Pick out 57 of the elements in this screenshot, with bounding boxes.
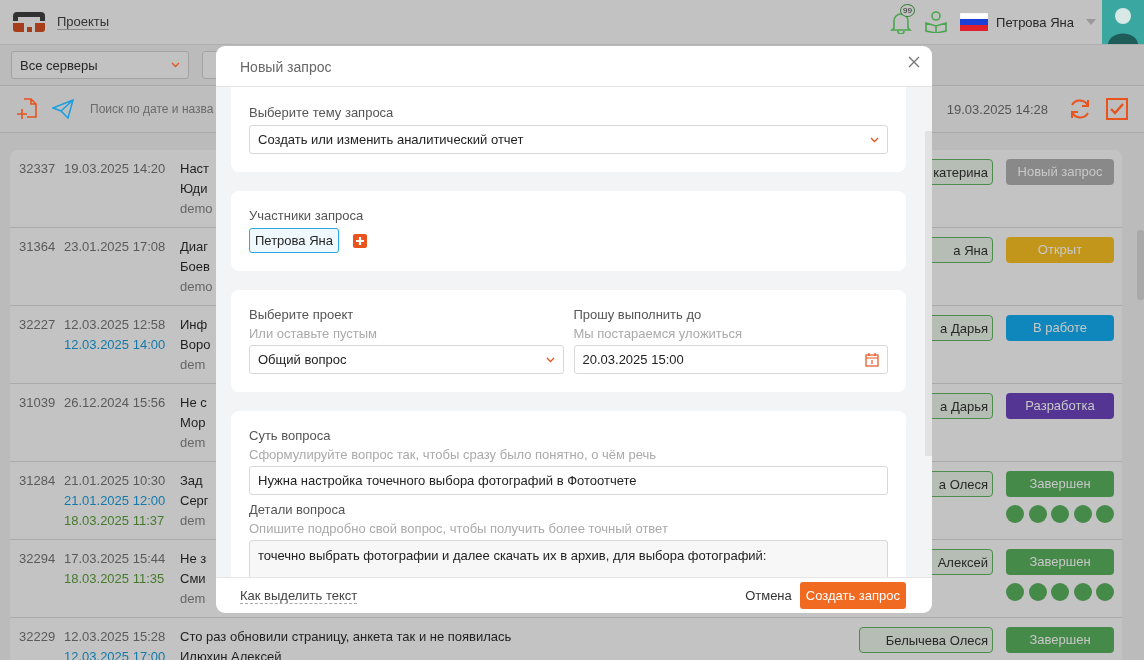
request-text: Наст bbox=[180, 160, 210, 178]
request-text: Зад bbox=[180, 472, 203, 490]
request-text: Сми bbox=[180, 570, 206, 588]
request-date: 21.01.2025 12:00 bbox=[64, 492, 167, 510]
status-badge: Завершен bbox=[1006, 549, 1114, 575]
field-label: Выберите тему запроса bbox=[249, 104, 395, 122]
request-text: Не з bbox=[180, 550, 207, 568]
request-text: Воро bbox=[180, 336, 211, 354]
request-date: 12.03.2025 14:00 bbox=[64, 336, 167, 354]
update-time: 19.03.2025 14:28 bbox=[946, 101, 1048, 117]
request-text: Боев bbox=[180, 258, 210, 276]
request-date: 12.03.2025 12:58 bbox=[64, 316, 167, 334]
request-text: Не с bbox=[180, 394, 207, 412]
request-text: Сто раз обновили страницу, анкета так и не появилась bbox=[180, 628, 512, 646]
field-label: Детали вопроса bbox=[249, 501, 347, 519]
request-date: 17.03.2025 15:44 bbox=[64, 550, 167, 568]
request-date: 21.01.2025 10:30 bbox=[64, 472, 167, 490]
request-source: dem bbox=[180, 356, 206, 374]
request-text: Мор bbox=[180, 414, 206, 432]
field-hint: Мы постараемся уложиться bbox=[573, 325, 744, 343]
request-text: Серг bbox=[180, 492, 209, 510]
request-id: 31039 bbox=[19, 394, 57, 412]
status-badge: Завершен bbox=[1006, 627, 1114, 653]
status-badge: Открыт bbox=[1006, 237, 1114, 263]
request-text: Диаг bbox=[180, 238, 209, 256]
field-hint: Опишите подробно свой вопрос, чтобы получить более точный ответ bbox=[249, 520, 669, 538]
field-label: Прошу выполнить до bbox=[573, 306, 703, 324]
request-source: dem bbox=[180, 512, 206, 530]
request-id: 31364 bbox=[19, 238, 57, 256]
request-date: 23.01.2025 17:08 bbox=[64, 238, 167, 256]
request-date: 19.03.2025 14:20 bbox=[64, 160, 167, 178]
field-label: Участники запроса bbox=[249, 207, 365, 225]
request-id: 32229 bbox=[19, 628, 57, 646]
request-id: 32227 bbox=[19, 316, 57, 334]
request-source: dem bbox=[180, 434, 206, 452]
request-date: 18.03.2025 11:37 bbox=[64, 512, 166, 530]
request-id: 32294 bbox=[19, 550, 57, 568]
notification-count: 99 bbox=[900, 4, 915, 17]
request-date: 18.03.2025 11:35 bbox=[64, 570, 166, 588]
request-date: 26.12.2024 15:56 bbox=[64, 394, 167, 412]
field-label: Суть вопроса bbox=[249, 427, 332, 445]
request-source: dem bbox=[180, 590, 206, 608]
dialog-title: Новый запрос bbox=[240, 59, 332, 75]
field-hint: Сформулируйте вопрос так, чтобы сразу было понятно, о чём речь bbox=[249, 446, 658, 464]
field-hint: Или оставьте пустым bbox=[249, 325, 378, 343]
status-badge: Завершен bbox=[1006, 471, 1114, 497]
status-badge: В работе bbox=[1006, 315, 1114, 341]
request-text: Юди bbox=[180, 180, 208, 198]
request-id: 32337 bbox=[19, 160, 57, 178]
request-source: demo bbox=[180, 200, 213, 218]
request-id: 31284 bbox=[19, 472, 57, 490]
field-label: Выберите проект bbox=[249, 306, 355, 324]
request-text: Инф bbox=[180, 316, 208, 334]
request-date: 12.03.2025 15:28 bbox=[64, 628, 167, 646]
status-badge: Новый запрос bbox=[1006, 159, 1114, 185]
status-badge: Разработка bbox=[1006, 393, 1114, 419]
request-source: demo bbox=[180, 278, 213, 296]
